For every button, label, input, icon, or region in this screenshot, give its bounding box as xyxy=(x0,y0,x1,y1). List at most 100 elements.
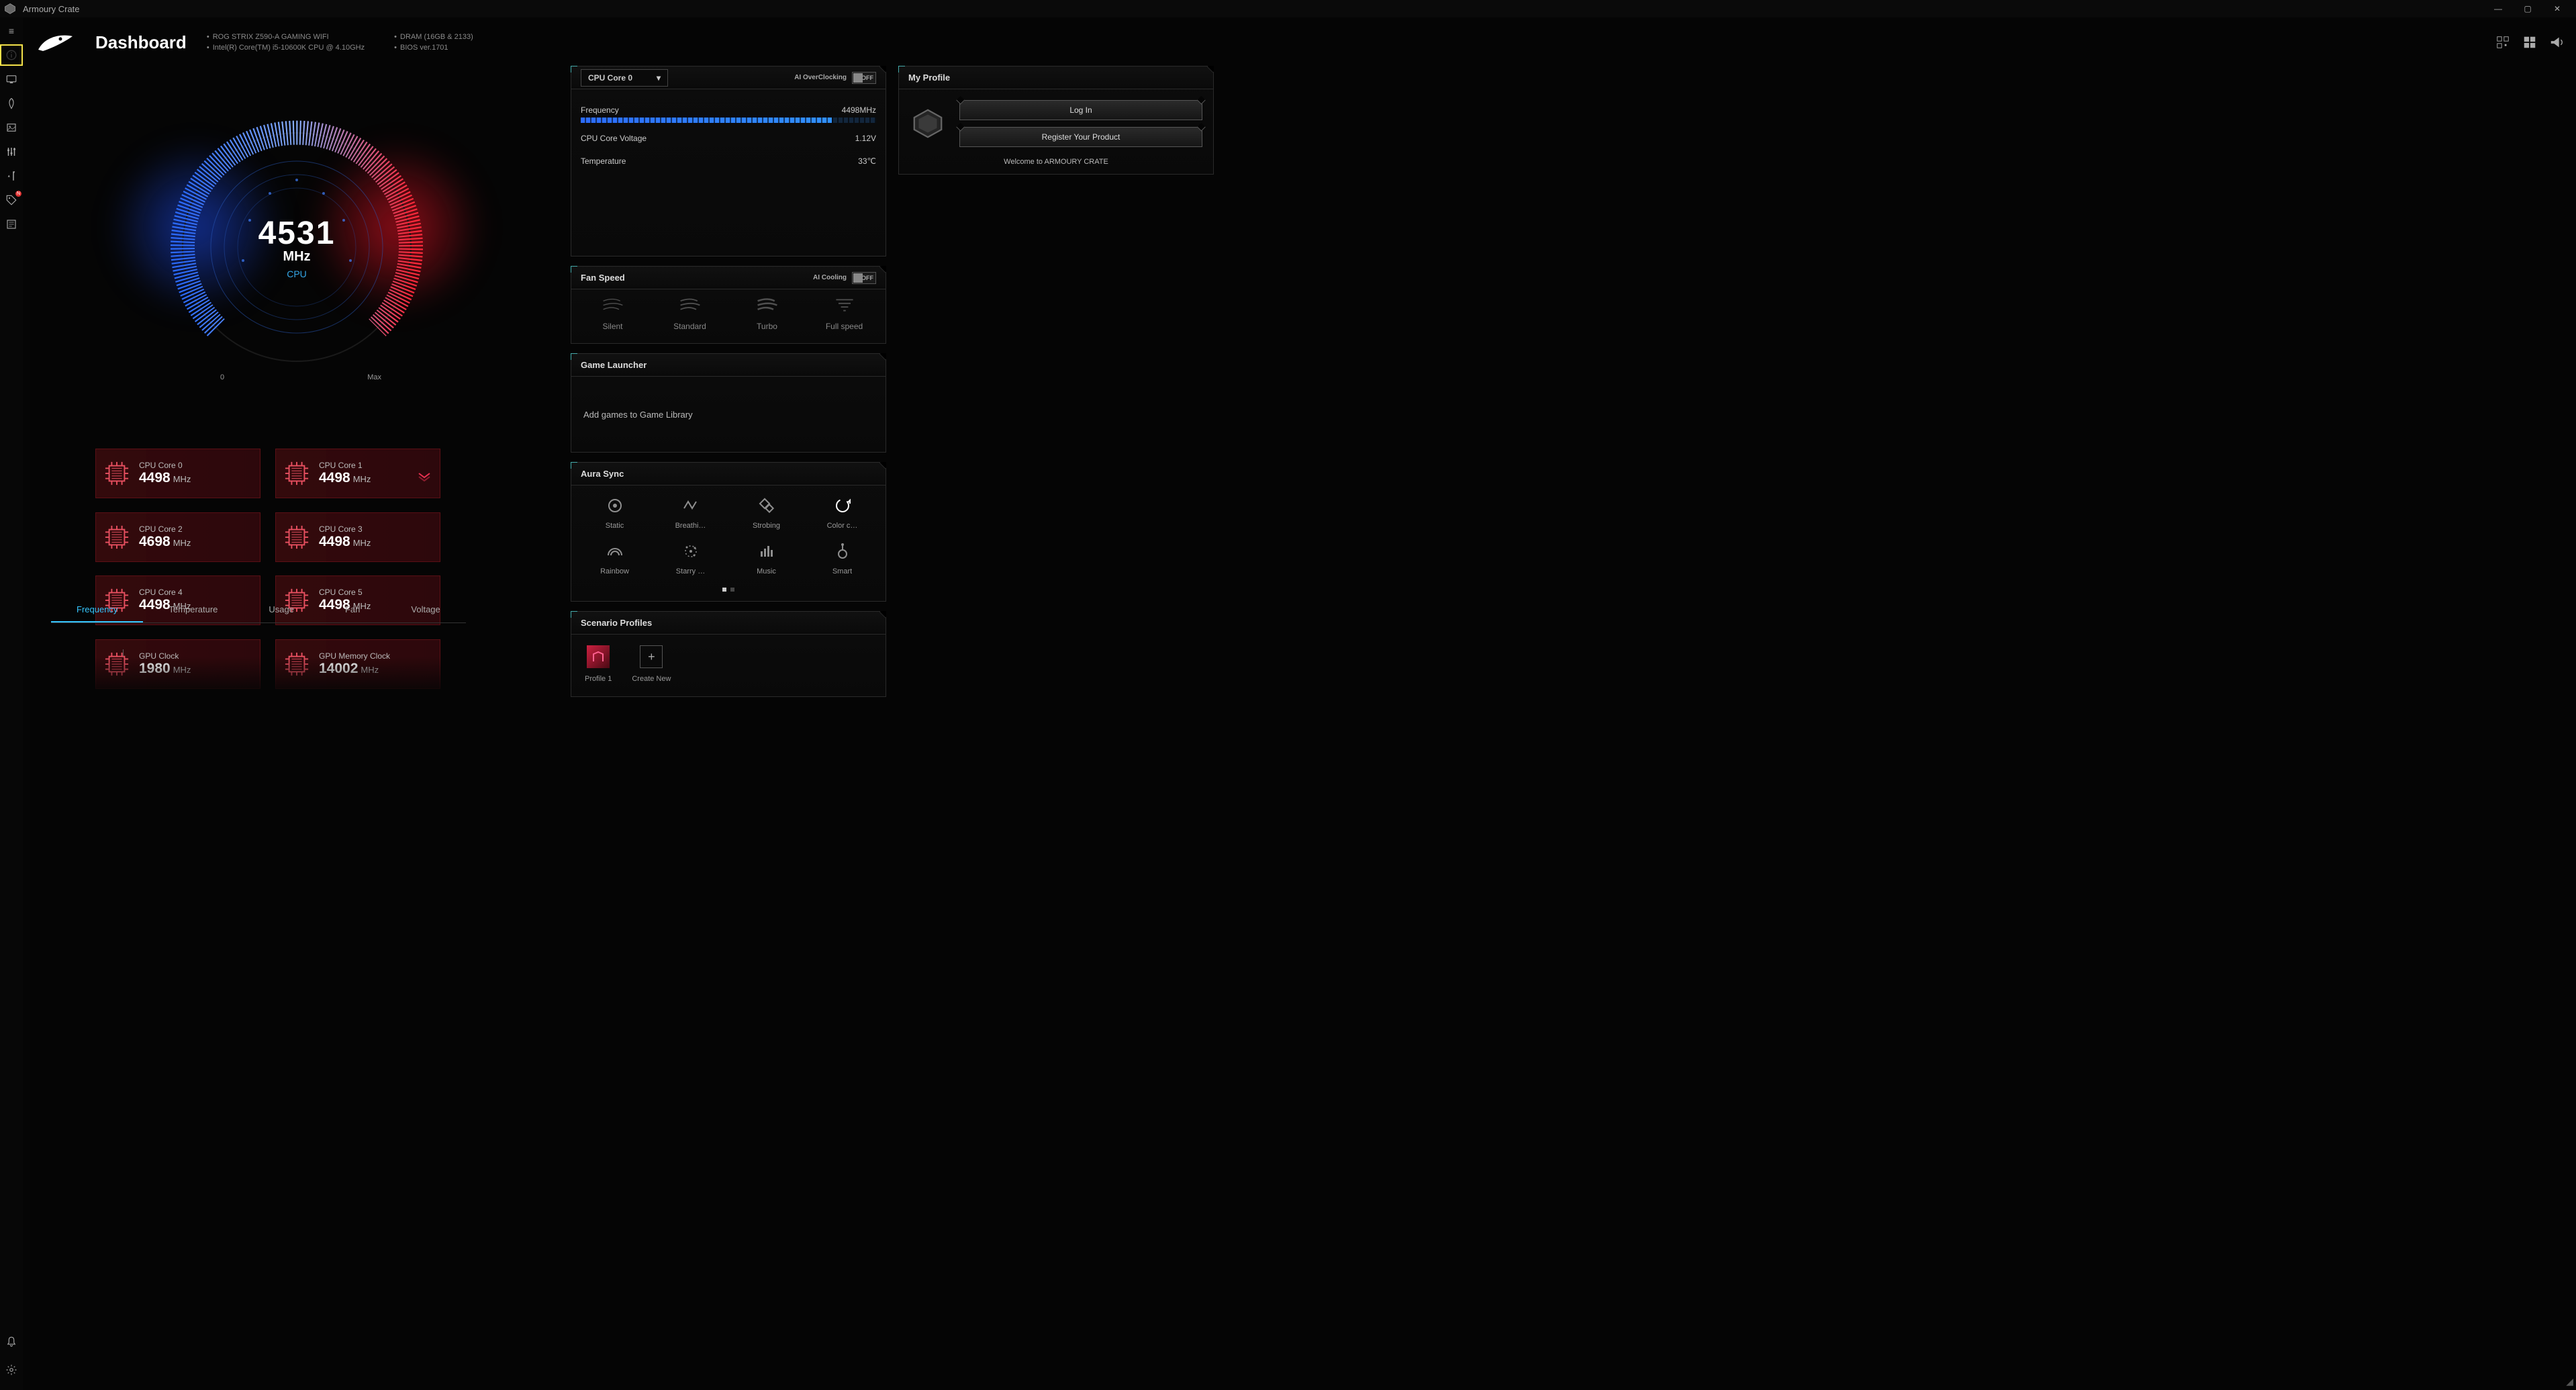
grid-icon[interactable] xyxy=(2522,35,2537,50)
sidebar-menu-toggle[interactable]: ≡ xyxy=(0,20,23,42)
aura-effect-icon xyxy=(757,496,776,515)
cpu-card: CPU Core 0▾ AI OverClocking OFF Frequenc… xyxy=(571,66,886,257)
info-bios: BIOS ver.1701 xyxy=(394,42,473,54)
aura-effect-starry-night[interactable]: Starry … xyxy=(653,542,728,575)
profile-card: My Profile Log In Register Your Product … xyxy=(898,66,1214,175)
sidebar-item-deals[interactable]: N xyxy=(0,189,23,211)
fan-mode-silent[interactable]: Silent xyxy=(586,296,640,331)
cpu-core-select[interactable]: CPU Core 0▾ xyxy=(581,69,668,87)
welcome-text: Welcome to ARMOURY CRATE xyxy=(899,158,1213,174)
minimize-button[interactable]: — xyxy=(2483,0,2513,17)
core-value: 1980MHz xyxy=(139,661,191,677)
sliders-icon xyxy=(5,146,17,158)
core-tile[interactable]: GPU Clock1980MHz xyxy=(95,639,260,689)
temp-value: 33℃ xyxy=(858,156,876,166)
tag-icon xyxy=(5,194,17,206)
wind-icon xyxy=(832,296,857,314)
gauge-unit: MHz xyxy=(283,249,310,265)
tab-voltage[interactable]: Voltage xyxy=(385,598,465,622)
sidebar-item-device[interactable] xyxy=(0,68,23,90)
temp-label: Temperature xyxy=(581,156,626,166)
wind-icon xyxy=(755,296,779,314)
ai-oc-toggle[interactable]: OFF xyxy=(852,72,876,84)
core-name: CPU Core 2 xyxy=(139,524,191,534)
freq-value: 4498MHz xyxy=(842,105,876,115)
sidebar-item-dashboard[interactable] xyxy=(0,44,23,66)
aura-effect-icon xyxy=(833,496,852,515)
scenario-profile-1[interactable]: Profile 1 xyxy=(585,645,612,683)
aura-card: Aura Sync StaticBreathi…StrobingColor c…… xyxy=(571,462,886,602)
system-info: ROG STRIX Z590-A GAMING WIFI Intel(R) Co… xyxy=(207,32,473,54)
chip-icon xyxy=(104,524,130,550)
tab-usage[interactable]: Usage xyxy=(243,598,320,622)
chip-icon xyxy=(104,461,130,486)
aura-effect-rainbow[interactable]: Rainbow xyxy=(577,542,653,575)
core-value: 4498MHz xyxy=(319,470,371,486)
aura-title: Aura Sync xyxy=(581,469,624,479)
info-dram: DRAM (16GB & 2133) xyxy=(394,32,473,43)
aura-pager[interactable] xyxy=(571,582,886,601)
qr-icon[interactable] xyxy=(2495,35,2510,50)
tools-icon xyxy=(5,170,17,182)
sidebar-item-gamevisual[interactable] xyxy=(0,117,23,138)
gauge-max-label: Max xyxy=(367,373,381,381)
resize-grip[interactable]: ◢ xyxy=(2566,1376,2573,1387)
sidebar-item-settings[interactable] xyxy=(0,1359,23,1381)
fan-mode-turbo[interactable]: Turbo xyxy=(741,296,794,331)
core-tile[interactable]: CPU Core 04498MHz xyxy=(95,449,260,498)
fan-mode-full-speed[interactable]: Full speed xyxy=(818,296,871,331)
scenario-create-new[interactable]: + Create New xyxy=(632,645,671,683)
aura-effect-smart[interactable]: Smart xyxy=(804,542,880,575)
megaphone-icon[interactable] xyxy=(2549,35,2564,50)
chip-icon xyxy=(104,651,130,677)
aura-effect-icon xyxy=(606,496,624,515)
info-mobo: ROG STRIX Z590-A GAMING WIFI xyxy=(207,32,365,43)
core-name: CPU Core 4 xyxy=(139,588,191,597)
aura-effect-music[interactable]: Music xyxy=(728,542,804,575)
core-tile[interactable]: CPU Core 14498MHz xyxy=(275,449,440,498)
core-tile[interactable]: CPU Core 34498MHz xyxy=(275,512,440,562)
aura-effect-breathing[interactable]: Breathi… xyxy=(653,496,728,530)
gl-title: Game Launcher xyxy=(581,360,647,370)
core-tile[interactable]: CPU Core 24698MHz xyxy=(95,512,260,562)
aura-effect-color-cycle[interactable]: Color c… xyxy=(804,496,880,530)
tab-frequency[interactable]: Frequency xyxy=(51,598,143,622)
gauge-value: 4531 xyxy=(258,215,336,252)
sidebar-item-aura[interactable] xyxy=(0,93,23,114)
sidebar-item-content[interactable] xyxy=(0,214,23,235)
fan-mode-standard[interactable]: Standard xyxy=(663,296,717,331)
tab-fan[interactable]: Fan xyxy=(320,598,385,622)
sidebar-item-notifications[interactable] xyxy=(0,1331,23,1352)
app-title: Armoury Crate xyxy=(23,4,80,14)
scenario-title: Scenario Profiles xyxy=(581,618,652,628)
close-button[interactable]: ✕ xyxy=(2542,0,2572,17)
login-button[interactable]: Log In xyxy=(959,100,1202,120)
core-name: CPU Core 0 xyxy=(139,461,191,470)
gauge-source: CPU xyxy=(287,269,307,279)
aura-effect-static[interactable]: Static xyxy=(577,496,653,530)
aura-effect-strobing[interactable]: Strobing xyxy=(728,496,804,530)
chip-icon xyxy=(284,524,309,550)
freq-bar xyxy=(581,118,876,123)
core-value: 14002MHz xyxy=(319,661,390,677)
ai-cool-label: AI Cooling xyxy=(813,274,847,281)
avatar-icon xyxy=(910,105,946,142)
tab-temperature[interactable]: Temperature xyxy=(143,598,243,622)
core-tile[interactable]: GPU Memory Clock14002MHz xyxy=(275,639,440,689)
maximize-button[interactable]: ▢ xyxy=(2513,0,2542,17)
core-name: GPU Clock xyxy=(139,651,191,661)
core-tiles[interactable]: CPU Core 04498MHzCPU Core 14498MHzCPU Co… xyxy=(35,449,559,697)
aura-effect-icon xyxy=(606,542,624,561)
wind-icon xyxy=(678,296,702,314)
volt-label: CPU Core Voltage xyxy=(581,134,647,143)
register-button[interactable]: Register Your Product xyxy=(959,127,1202,147)
ai-cool-toggle[interactable]: OFF xyxy=(852,272,876,284)
sidebar-item-tools[interactable] xyxy=(0,165,23,187)
titlebar: Armoury Crate — ▢ ✕ xyxy=(0,0,2576,17)
monitor-icon xyxy=(5,73,17,85)
core-name: GPU Memory Clock xyxy=(319,651,390,661)
scroll-down-icon[interactable] xyxy=(418,472,431,485)
aura-effect-icon xyxy=(681,542,700,561)
gl-empty[interactable]: Add games to Game Library xyxy=(571,377,886,452)
sidebar-item-tuning[interactable] xyxy=(0,141,23,163)
